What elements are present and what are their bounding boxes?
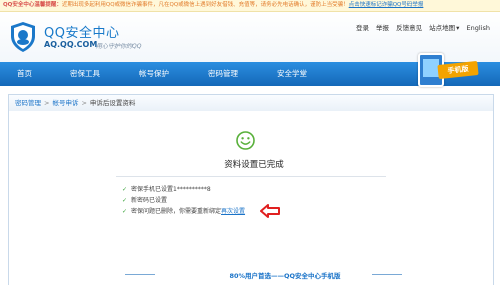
mobile-promo-tag: 手机版 [437,60,479,80]
notice-message: 近期出现多起利用QQ或微信诈骗事件，凡在QQ或微信上遇到好友借钱、充值等，请务必… [61,2,349,8]
shield-logo-icon[interactable] [9,21,37,53]
breadcrumb-current: 申诉后设置资料 [89,99,136,107]
chevron-down-icon[interactable]: ▾ [456,24,459,32]
site-slogan: 用心守护你的QQ [96,43,142,50]
status-row-password: ✓ 新密码已设置 [122,195,245,206]
result-title: 资料设置已完成 [224,160,284,170]
mobile-promo-text[interactable]: 80%用户首选——QQ安全中心手机版 [150,270,420,280]
breadcrumb-account-appeal[interactable]: 帐号申诉 [52,99,78,107]
warning-notice-bar: QQ安全中心温馨提醒：近期出现多起利用QQ或微信诈骗事件，凡在QQ或微信上遇到好… [0,0,500,12]
check-icon: ✓ [122,197,128,204]
feedback-link[interactable]: 反馈意见 [396,24,422,32]
status-text: 密保问题已删除，你需要重新绑定 [131,208,222,215]
nav-password-management[interactable]: 密码管理 [208,62,238,86]
breadcrumb: 密码管理 > 帐号申诉 > 申诉后设置资料 [8,94,494,112]
nav-home[interactable]: 首页 [17,62,32,86]
check-icon: ✓ [122,186,128,193]
divider [116,176,386,177]
nav-security-tools[interactable]: 密保工具 [70,62,100,86]
status-text: 新密码已设置 [131,197,168,204]
smile-success-icon [236,131,255,150]
check-icon: ✓ [122,208,128,215]
status-row-security-question: ✓ 密保问题已删除，你需要重新绑定再次设置 [122,206,245,217]
status-text: 密保手机已设置1**********8 [131,186,211,193]
site-url: AQ.QQ.COM [44,40,98,49]
breadcrumb-password-management[interactable]: 密码管理 [15,99,41,107]
top-links: 登录 举报 反馈意见 站点地图▾ English [351,22,490,32]
breadcrumb-separator: > [44,99,50,107]
status-list: ✓ 密保手机已设置1**********8 ✓ 新密码已设置 ✓ 密保问题已删除，你需… [122,184,245,217]
notice-label: QQ安全中心温馨提醒： [3,2,62,8]
reset-security-question-link[interactable]: 再次设置 [221,208,245,215]
promo-rule [372,274,402,275]
nav-account-protection[interactable]: 帐号保护 [139,62,169,86]
login-link[interactable]: 登录 [356,24,369,32]
status-row-phone: ✓ 密保手机已设置1**********8 [122,184,245,195]
nav-security-school[interactable]: 安全学堂 [277,62,307,86]
notice-report-link[interactable]: 点击快速标记诈骗QQ号码举报 [349,2,424,8]
breadcrumb-separator: > [81,99,87,107]
report-link[interactable]: 举报 [376,24,389,32]
site-title: QQ安全中心 [44,26,120,41]
sitemap-link[interactable]: 站点地图 [429,24,455,32]
mobile-app-promo[interactable]: 手机版 [412,53,482,87]
english-link[interactable]: English [467,24,490,32]
left-arrow-icon [260,203,280,218]
